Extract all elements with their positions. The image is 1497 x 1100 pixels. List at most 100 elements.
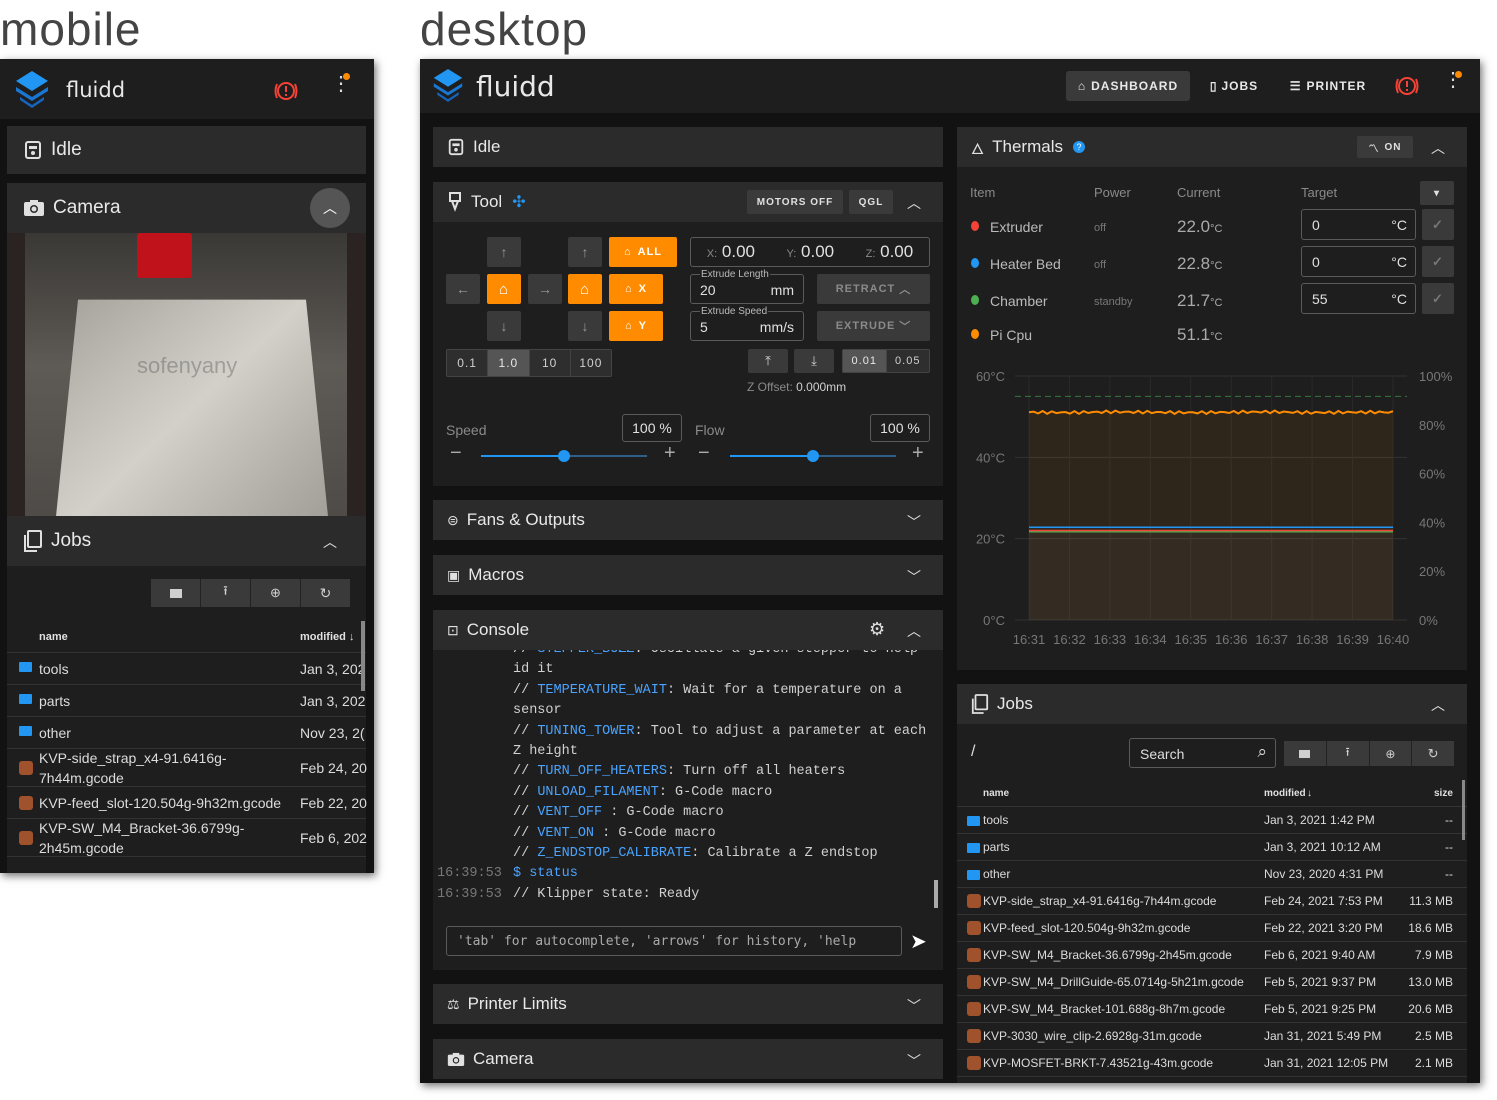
target-input[interactable]: 0 °C: [1301, 246, 1416, 277]
flow-input[interactable]: 100 %: [870, 414, 930, 442]
chart-toggle-button[interactable]: 〽 ON: [1357, 136, 1413, 158]
qgl-button[interactable]: QGL: [849, 190, 893, 214]
flow-slider-track[interactable]: [730, 450, 896, 462]
home-all-button[interactable]: ⌂ ALL: [609, 237, 677, 267]
expand-limits-icon[interactable]: ﹀: [907, 996, 921, 1016]
jobs-path[interactable]: /: [971, 743, 975, 761]
flow-increase-icon[interactable]: +: [912, 442, 924, 465]
z-offset-down-button[interactable]: ⤓: [794, 349, 834, 373]
table-row[interactable]: KVP-SW_M4_DrillGuide-65.0714g-5h21m.gcod…: [957, 969, 1467, 996]
collapse-tool-icon[interactable]: ︿: [907, 193, 921, 213]
z-step-0-01[interactable]: 0.01: [843, 350, 887, 372]
list-item[interactable]: parts Jan 3, 202: [7, 685, 366, 717]
table-row[interactable]: KVP-side_strap_x4-91.6416g-7h44m.gcode Fe…: [957, 888, 1467, 915]
apply-target-button[interactable]: ✓: [1422, 283, 1454, 314]
emergency-stop-icon[interactable]: [274, 80, 298, 102]
home-x-button[interactable]: ⌂ X: [609, 274, 663, 304]
jobs-search-input[interactable]: Search ⌕: [1129, 738, 1276, 768]
target-input[interactable]: 0 °C: [1301, 209, 1416, 240]
nav-dashboard[interactable]: ⌂ DASHBOARD: [1066, 71, 1190, 101]
console-input[interactable]: 'tab' for autocomplete, 'arrows' for his…: [446, 926, 902, 956]
home-y-button[interactable]: ⌂ Y: [609, 311, 663, 341]
expand-fans-icon[interactable]: ﹀: [907, 512, 921, 532]
table-row[interactable]: tools Jan 3, 2021 1:42 PM --: [957, 807, 1467, 834]
refresh-button[interactable]: ↻: [1412, 741, 1454, 766]
console-settings-icon[interactable]: ⚙: [869, 619, 885, 640]
column-modified[interactable]: modified: [300, 631, 346, 643]
column-name[interactable]: name: [983, 788, 1009, 799]
new-folder-button[interactable]: [1284, 741, 1327, 766]
heater-name[interactable]: Heater Bed: [990, 256, 1061, 272]
column-name[interactable]: name: [39, 631, 68, 643]
fluidd-logo-icon[interactable]: [432, 67, 464, 103]
extrude-speed-field[interactable]: Extrude Speed 5 mm/s: [690, 306, 804, 341]
home-xy-button[interactable]: ⌂: [487, 274, 521, 304]
more-menu-icon[interactable]: ⋮: [1443, 70, 1463, 90]
collapse-thermals-icon[interactable]: ︿: [1431, 138, 1445, 158]
nav-printer[interactable]: ☰ PRINTER: [1286, 71, 1370, 101]
heater-name[interactable]: Extruder: [990, 219, 1043, 235]
jog-z-plus-button[interactable]: ↑: [568, 237, 602, 267]
column-size[interactable]: size: [1434, 788, 1453, 799]
mobile-scrollbar[interactable]: [361, 621, 365, 691]
help-icon[interactable]: ?: [1072, 141, 1085, 153]
fluidd-logo-icon[interactable]: [14, 69, 50, 109]
collapse-console-icon[interactable]: ︿: [907, 621, 921, 641]
step-1-0[interactable]: 1.0: [488, 350, 530, 376]
jog-z-minus-button[interactable]: ↓: [568, 311, 602, 341]
jog-x-plus-button[interactable]: →: [528, 274, 562, 304]
list-item[interactable]: tools Jan 3, 202: [7, 653, 366, 685]
list-item[interactable]: KVP-side_strap_x4-91.6416g- 7h44m.gcode Fe…: [7, 749, 367, 787]
upload-print-button[interactable]: ⊕: [1369, 741, 1413, 766]
nav-jobs[interactable]: ▯ JOBS: [1202, 71, 1266, 101]
macros-card[interactable]: ▣ Macros ﹀: [433, 555, 943, 595]
more-menu-icon[interactable]: ⋮: [331, 74, 351, 94]
z-offset-up-button[interactable]: ⤒: [748, 349, 788, 373]
fans-card[interactable]: ⊜ Fans & Outputs ﹀: [433, 500, 943, 540]
list-item[interactable]: other Nov 23, 2(: [7, 717, 366, 749]
column-modified[interactable]: modified: [1264, 788, 1306, 799]
table-row[interactable]: KVP-feed_slot-120.504g-9h32m.gcode Feb 22…: [957, 915, 1467, 942]
step-0-1[interactable]: 0.1: [447, 350, 489, 376]
expand-macros-icon[interactable]: ﹀: [907, 567, 921, 587]
collapse-camera-button[interactable]: ︿: [310, 188, 350, 228]
z-step-0-05[interactable]: 0.05: [886, 350, 929, 372]
apply-target-button[interactable]: ✓: [1422, 209, 1454, 240]
table-row[interactable]: other Nov 23, 2020 4:31 PM --: [957, 861, 1467, 888]
step-100[interactable]: 100: [570, 350, 611, 376]
extrude-button[interactable]: EXTRUDE ﹀: [817, 311, 930, 341]
flow-decrease-icon[interactable]: −: [698, 442, 710, 465]
table-row[interactable]: KVP-3030_wire_clip-2.6928g-31m.gcode Jan …: [957, 1023, 1467, 1050]
speed-increase-icon[interactable]: +: [664, 442, 676, 465]
speed-input[interactable]: 100 %: [622, 414, 682, 442]
console-output[interactable]: // STEPPER_BUZZ: Oscillate a given stepp…: [433, 650, 943, 910]
extrude-length-field[interactable]: Extrude Length 20 mm: [690, 269, 804, 304]
refresh-button[interactable]: ↻: [301, 579, 350, 607]
jobs-scrollbar[interactable]: [1462, 780, 1465, 840]
table-row[interactable]: parts Jan 3, 2021 10:12 AM --: [957, 834, 1467, 861]
heater-name[interactable]: Pi Cpu: [990, 327, 1032, 343]
upload-button[interactable]: ⭱: [1326, 741, 1370, 766]
emergency-stop-icon[interactable]: [1395, 75, 1419, 97]
table-row[interactable]: KVP-MOSFET-BRKT-7.43521g-43m.gcode Jan 31…: [957, 1050, 1467, 1077]
flow-slider-thumb[interactable]: [807, 450, 819, 462]
jog-y-minus-button[interactable]: ↓: [487, 311, 521, 341]
retract-button[interactable]: RETRACT ︿: [817, 274, 930, 304]
apply-target-button[interactable]: ✓: [1422, 246, 1454, 277]
upload-print-button[interactable]: ⊕: [251, 579, 301, 607]
send-icon[interactable]: ➤: [910, 929, 927, 954]
table-row[interactable]: KVP-SW_M4_Bracket-101.688g-8h7m.gcode Feb…: [957, 996, 1467, 1023]
target-input[interactable]: 55 °C: [1301, 283, 1416, 314]
presets-menu-button[interactable]: ▾: [1420, 181, 1454, 205]
collapse-jobs-icon[interactable]: ︿: [323, 532, 337, 552]
console-scrollbar[interactable]: [934, 880, 938, 908]
new-folder-button[interactable]: [151, 579, 201, 607]
expand-camera-icon[interactable]: ﹀: [907, 1051, 921, 1071]
list-item[interactable]: KVP-feed_slot-120.504g-9h32m.gcode Feb 22…: [7, 787, 367, 819]
camera-card[interactable]: Camera ﹀: [433, 1039, 943, 1079]
heater-name[interactable]: Chamber: [990, 293, 1048, 309]
jog-y-plus-button[interactable]: ↑: [487, 237, 521, 267]
step-10[interactable]: 10: [529, 350, 571, 376]
upload-button[interactable]: ⭱: [201, 579, 251, 607]
speed-decrease-icon[interactable]: −: [450, 442, 462, 465]
